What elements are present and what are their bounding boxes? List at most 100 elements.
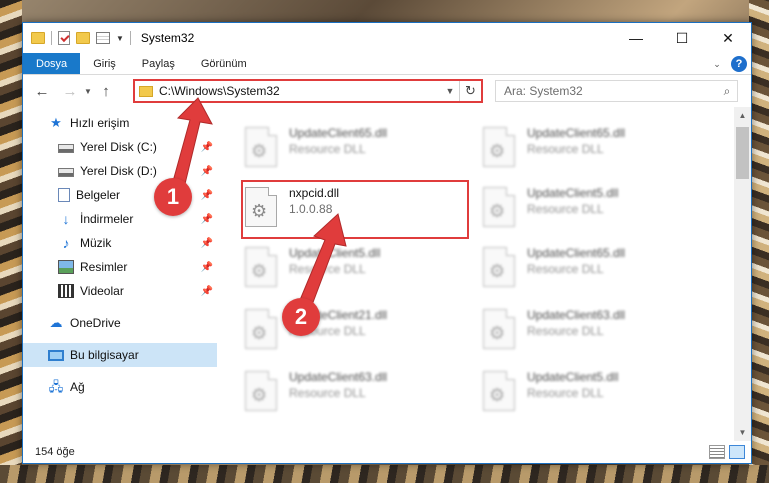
pin-icon[interactable]: 📌 [201, 286, 213, 297]
toolbar-divider [51, 31, 52, 45]
ribbon-controls: ⌄ ? [709, 56, 747, 72]
file-name: UpdateClient65.dll [527, 126, 626, 140]
maximize-button[interactable]: ☐ [659, 23, 705, 53]
pin-icon[interactable]: 📌 [201, 238, 213, 249]
address-path[interactable]: C:\Windows\System32 [159, 84, 441, 98]
tab-share[interactable]: Paylaş [129, 53, 188, 74]
dll-file-icon: ⚙ [245, 371, 277, 411]
gear-icon: ⚙ [489, 261, 506, 281]
pin-icon[interactable]: 📌 [201, 214, 213, 225]
window-title: System32 [140, 31, 195, 45]
dll-file-icon: ⚙ [483, 247, 515, 287]
scroll-up-arrow-icon[interactable]: ▲ [734, 107, 751, 124]
file-item[interactable]: ⚙ UpdateClient63.dll Resource DLL [245, 367, 465, 425]
back-arrow-icon[interactable]: ← [31, 80, 53, 102]
sidebar-item-quick-access[interactable]: ★ Hızlı erişim [23, 111, 217, 135]
tab-view[interactable]: Görünüm [188, 53, 260, 74]
file-item[interactable]: ⚙ UpdateClient65.dll Resource DLL [245, 123, 465, 181]
recent-locations-chevron-icon[interactable]: ▼ [81, 80, 95, 102]
properties-icon[interactable] [96, 32, 110, 44]
help-icon[interactable]: ? [731, 56, 747, 72]
file-name: UpdateClient65.dll [289, 126, 388, 140]
desktop-wallpaper-bottom [0, 465, 769, 483]
file-highlight-box [241, 180, 469, 239]
sidebar-item-local-disk-d[interactable]: Yerel Disk (D:) 📌 [23, 159, 217, 183]
sidebar-item-label: Videolar [80, 284, 124, 298]
step-2-marker: 2 [282, 298, 320, 336]
gear-icon: ⚙ [251, 385, 268, 405]
scroll-down-arrow-icon[interactable]: ▼ [734, 424, 751, 441]
file-description: Resource DLL [527, 386, 604, 400]
file-name: UpdateClient5.dll [289, 246, 381, 260]
pin-icon[interactable]: 📌 [201, 190, 213, 201]
search-input[interactable]: Ara: System32 [504, 84, 717, 98]
pin-icon[interactable]: 📌 [201, 142, 213, 153]
sidebar-item-label: Ağ [70, 380, 85, 394]
computer-icon [48, 349, 64, 361]
sidebar-item-network[interactable]: 🖧 Ağ [23, 375, 217, 399]
navigation-bar: ← → ▼ ↑ C:\Windows\System32 ▼ ↻ Ara: Sys… [23, 75, 751, 107]
details-view-icon[interactable] [709, 445, 725, 459]
folder-icon [31, 32, 45, 44]
pictures-icon [58, 260, 74, 274]
sidebar-item-label: Belgeler [76, 188, 121, 202]
large-icons-view-icon[interactable] [729, 445, 745, 459]
gear-icon: ⚙ [489, 323, 506, 343]
file-item[interactable]: ⚙ UpdateClient5.dll Resource DLL [245, 243, 465, 301]
file-list: ⚙ UpdateClient65.dll Resource DLL ⚙ Updat… [217, 107, 751, 441]
navigation-pane: ★ Hızlı erişim Yerel Disk (C:) 📌 Yerel D… [23, 107, 217, 441]
scrollbar-thumb[interactable] [736, 127, 749, 179]
file-name: UpdateClient5.dll [527, 370, 619, 384]
vertical-scrollbar[interactable]: ▲ ▼ [734, 107, 751, 441]
forward-arrow-icon[interactable]: → [59, 80, 81, 102]
step-1-marker: 1 [154, 178, 192, 216]
window-controls: — ☐ ✕ [613, 23, 751, 53]
star-icon: ★ [50, 115, 62, 130]
desktop-wallpaper-left [0, 0, 22, 483]
sidebar-item-downloads[interactable]: ↓ İndirmeler 📌 [23, 207, 217, 231]
sidebar-item-local-disk-c[interactable]: Yerel Disk (C:) 📌 [23, 135, 217, 159]
file-name: UpdateClient63.dll [527, 308, 626, 322]
address-bar[interactable]: C:\Windows\System32 ▼ ↻ [133, 79, 483, 103]
file-explorer-window: ▼ System32 — ☐ ✕ Dosya Giriş Paylaş Görü… [22, 22, 752, 464]
refresh-icon[interactable]: ↻ [459, 81, 481, 101]
sidebar-item-music[interactable]: ♪ Müzik 📌 [23, 231, 217, 255]
file-item[interactable]: ⚙ UpdateClient65.dll Resource DLL [483, 243, 703, 301]
file-item[interactable]: ⚙ UpdateClient21.dll Resource DLL [245, 305, 465, 363]
expand-ribbon-chevron-icon[interactable]: ⌄ [709, 56, 725, 72]
search-box[interactable]: Ara: System32 ⌕ [495, 80, 738, 102]
tab-file[interactable]: Dosya [23, 53, 81, 74]
minimize-button[interactable]: — [613, 23, 659, 53]
tab-home[interactable]: Giriş [80, 53, 129, 74]
sidebar-item-videos[interactable]: Videolar 📌 [23, 279, 217, 303]
sidebar-item-label: Resimler [80, 260, 128, 274]
pin-icon[interactable]: 📌 [201, 166, 213, 177]
dll-file-icon: ⚙ [483, 127, 515, 167]
customize-toolbar-chevron-icon[interactable]: ▼ [116, 34, 124, 43]
close-button[interactable]: ✕ [705, 23, 751, 53]
search-icon[interactable]: ⌕ [717, 84, 737, 99]
sidebar-item-pictures[interactable]: Resimler 📌 [23, 255, 217, 279]
videos-icon [58, 284, 74, 298]
dll-file-icon: ⚙ [245, 127, 277, 167]
up-arrow-icon[interactable]: ↑ [95, 80, 117, 102]
address-history-chevron-icon[interactable]: ▼ [441, 86, 459, 96]
status-bar: 154 öğe [23, 441, 751, 463]
disk-icon [58, 144, 74, 153]
sidebar-item-label: Bu bilgisayar [70, 348, 139, 362]
file-item[interactable]: ⚙ UpdateClient65.dll Resource DLL [483, 123, 703, 181]
dll-file-icon: ⚙ [245, 247, 277, 287]
new-folder-icon[interactable] [76, 32, 90, 44]
file-item[interactable]: ⚙ UpdateClient5.dll Resource DLL [483, 183, 703, 241]
pin-icon[interactable]: 📌 [201, 262, 213, 273]
gear-icon: ⚙ [251, 323, 268, 343]
network-icon: 🖧 [48, 379, 64, 394]
quick-access-toolbar: ▼ [31, 31, 131, 45]
file-item[interactable]: ⚙ UpdateClient5.dll Resource DLL [483, 367, 703, 425]
checkmark-properties-icon[interactable] [58, 31, 70, 45]
gear-icon: ⚙ [489, 201, 506, 221]
sidebar-item-onedrive[interactable]: ☁ OneDrive [23, 311, 217, 335]
file-description: Resource DLL [527, 324, 604, 338]
sidebar-item-this-pc[interactable]: Bu bilgisayar [23, 343, 217, 367]
file-item[interactable]: ⚙ UpdateClient63.dll Resource DLL [483, 305, 703, 363]
